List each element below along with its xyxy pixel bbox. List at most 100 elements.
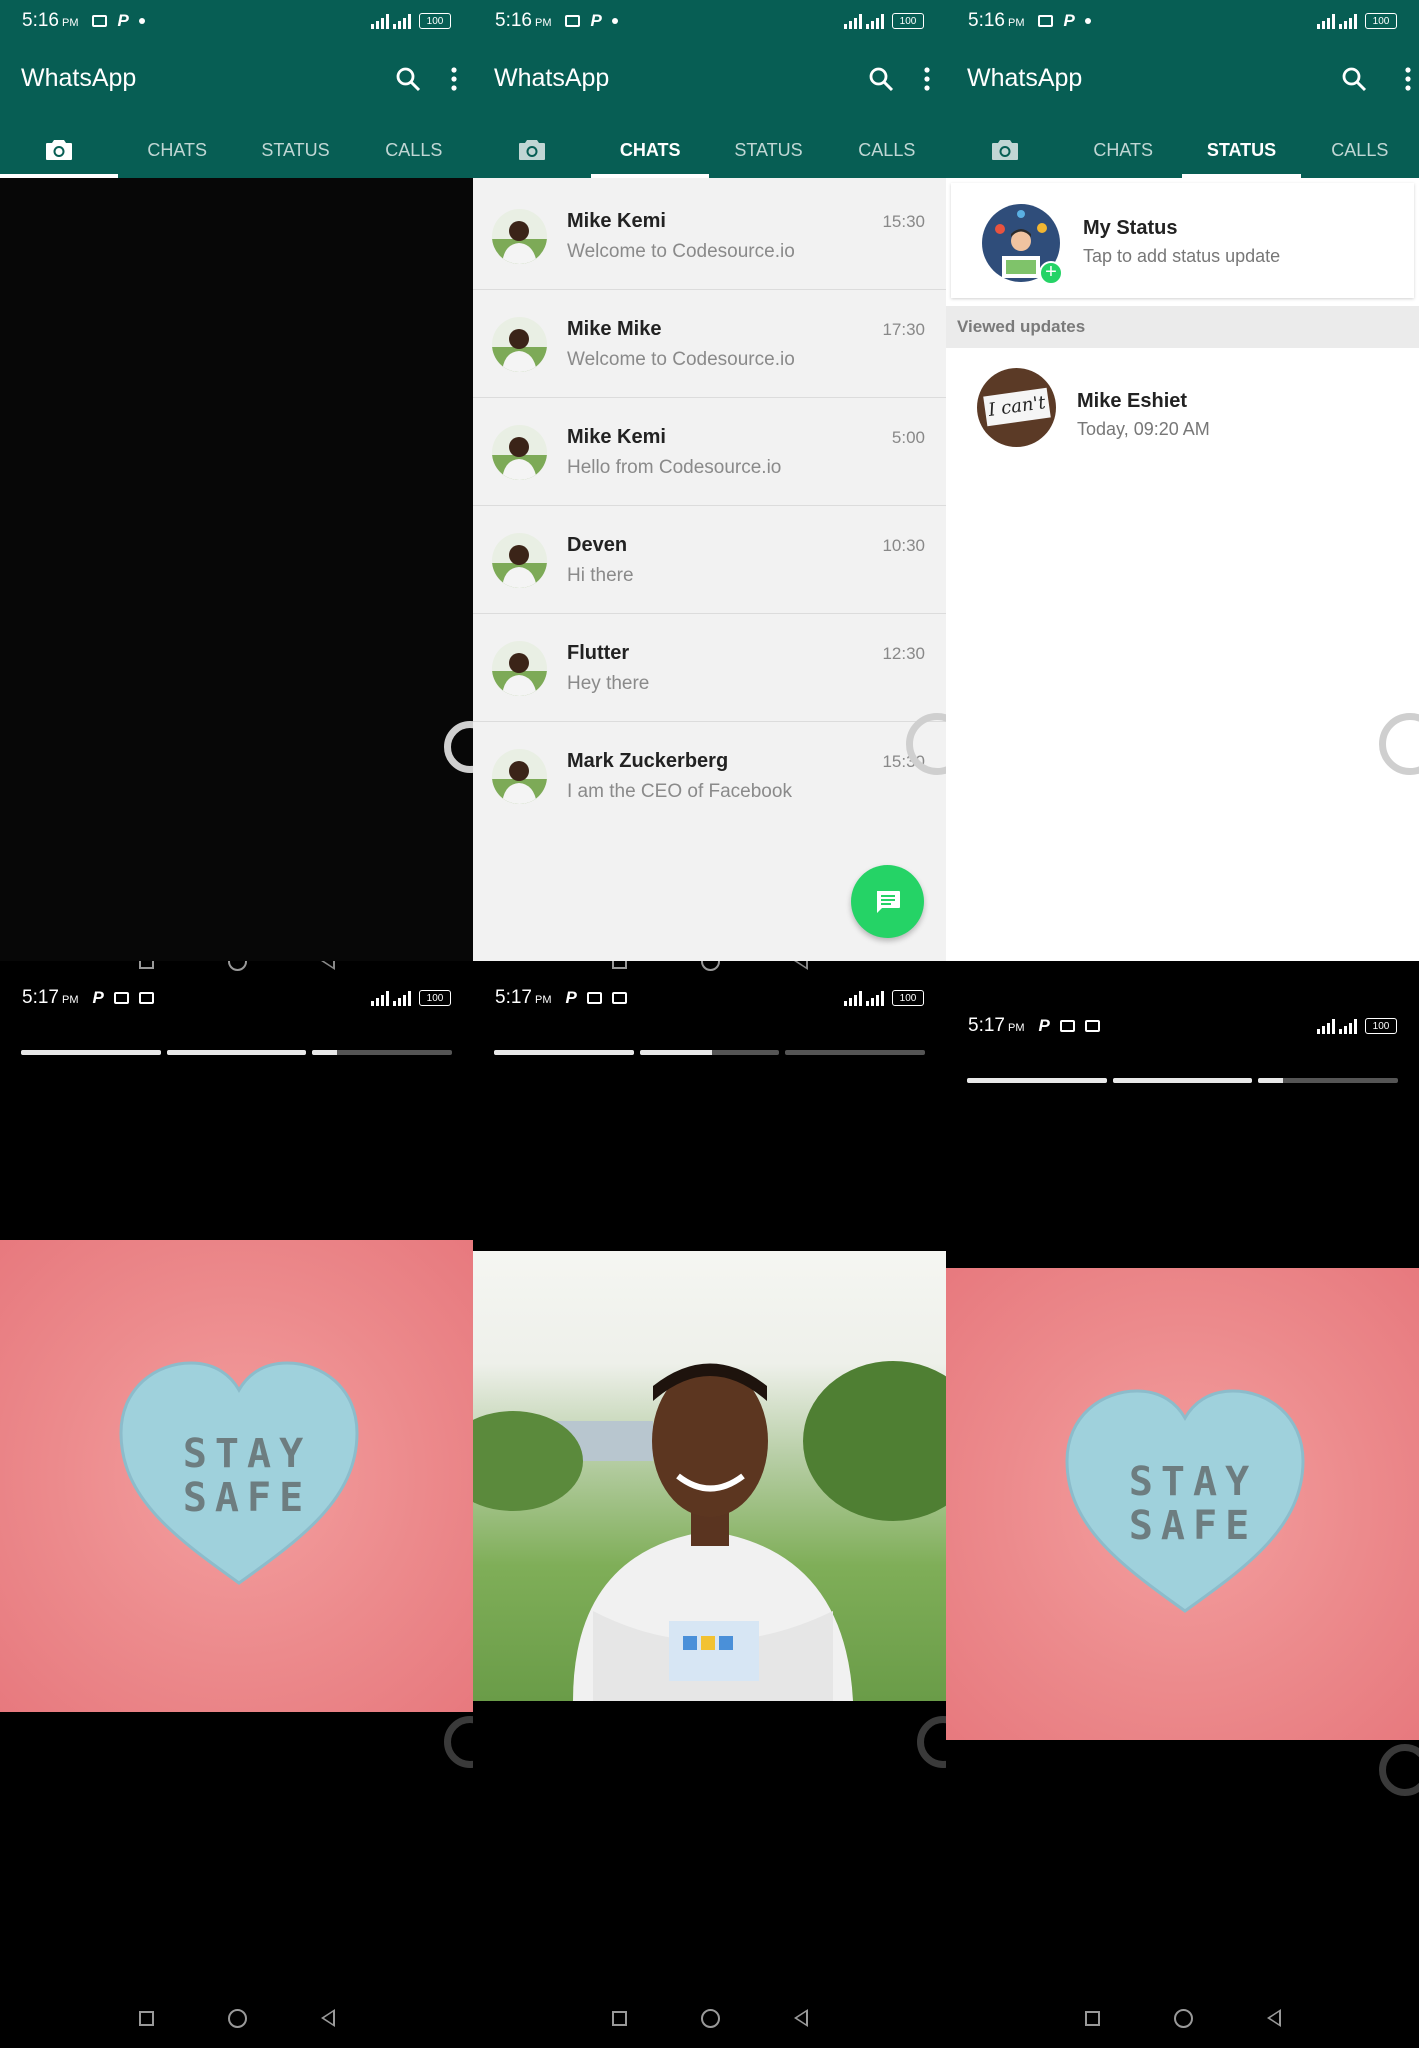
nav-bar: [946, 1988, 1419, 2048]
chat-list: Mike Kemi Welcome to Codesource.io 15:30…: [473, 178, 946, 961]
app-title: WhatsApp: [967, 64, 1083, 92]
floating-circle[interactable]: [917, 1716, 946, 1768]
chat-row[interactable]: Mark Zuckerberg I am the CEO of Facebook…: [473, 723, 946, 830]
back-icon[interactable]: [793, 961, 808, 970]
tab-status[interactable]: STATUS: [236, 122, 354, 178]
home-icon[interactable]: [700, 2008, 720, 2028]
nav-bar: [0, 1988, 473, 2048]
signal-icon-2: [393, 990, 411, 1006]
more-vert-icon[interactable]: [922, 66, 932, 92]
recents-icon[interactable]: [611, 961, 627, 969]
progress-segment: [1258, 1078, 1399, 1083]
progress-segment: [312, 1050, 453, 1055]
status-bar: 5:17 PM P 100: [473, 977, 946, 1019]
search-icon[interactable]: [1341, 66, 1367, 92]
status-update-row[interactable]: I can't Mike Eshiet Today, 09:20 AM: [946, 356, 1419, 456]
p-icon: P: [565, 988, 577, 1007]
recents-icon[interactable]: [1084, 2010, 1100, 2026]
home-icon[interactable]: [700, 961, 720, 971]
story-progress: [967, 1078, 1399, 1083]
p-icon: P: [590, 11, 602, 30]
status-thumbnail-text: I can't: [983, 387, 1051, 427]
chat-row[interactable]: Deven Hi there 10:30: [473, 507, 946, 614]
avatar: [492, 533, 547, 588]
p-icon: P: [1038, 1016, 1050, 1035]
back-icon[interactable]: [320, 961, 335, 970]
floating-circle[interactable]: [444, 1716, 473, 1768]
nav-bar-partial: [0, 961, 473, 975]
app-header: 5:16 PM P 100 WhatsApp CHATS STATUS CALLS: [0, 0, 473, 178]
signal-icon-2: [393, 13, 411, 29]
camera-screen: 5:16 PM P 100 WhatsApp CHATS STATUS CALLS: [0, 0, 473, 961]
chat-row[interactable]: Mike Kemi Welcome to Codesource.io 15:30: [473, 183, 946, 290]
app-header: 5:16 PM P 100 WhatsApp CHATS STATUS CALLS: [946, 0, 1419, 178]
home-icon[interactable]: [1173, 2008, 1193, 2028]
search-icon[interactable]: [868, 66, 894, 92]
activity-icon: [611, 992, 627, 1004]
tab-calls[interactable]: CALLS: [828, 122, 946, 178]
signal-icon-2: [866, 13, 884, 29]
avatar: [492, 749, 547, 804]
tab-chats[interactable]: CHATS: [118, 122, 236, 178]
status-bar: 5:16 PM P 100: [0, 0, 473, 42]
tab-chats[interactable]: CHATS: [1064, 122, 1182, 178]
tab-status[interactable]: STATUS: [709, 122, 827, 178]
story-image: [473, 1251, 946, 1701]
progress-fill: [21, 1050, 161, 1055]
floating-circle[interactable]: [1379, 1744, 1419, 1796]
home-icon[interactable]: [227, 961, 247, 971]
battery-icon: 100: [892, 13, 924, 29]
more-vert-icon[interactable]: [449, 66, 459, 92]
p-icon: P: [1063, 11, 1075, 30]
progress-fill: [639, 1050, 713, 1055]
chat-row[interactable]: Mike Mike Welcome to Codesource.io 17:30: [473, 291, 946, 398]
battery-icon: 100: [892, 990, 924, 1006]
tab-camera[interactable]: [473, 122, 591, 178]
activity-icon: [138, 992, 154, 1004]
back-icon[interactable]: [793, 2009, 808, 2027]
tab-camera[interactable]: [946, 122, 1064, 178]
status-screen: 5:16 PM P 100 WhatsApp CHATS STATUS CALLS…: [946, 0, 1419, 961]
app-icon: [1059, 1020, 1075, 1032]
new-chat-button[interactable]: [851, 865, 924, 938]
progress-segment: [1112, 1078, 1253, 1083]
signal-icon: [371, 990, 389, 1006]
story-viewer[interactable]: 5:17 PM P 100: [473, 961, 946, 2048]
recents-icon[interactable]: [611, 2010, 627, 2026]
status-time: 5:17: [495, 987, 532, 1008]
tab-bar: CHATS STATUS CALLS: [473, 122, 946, 178]
story-image: STAY SAFE: [946, 1268, 1419, 1740]
home-icon[interactable]: [227, 2008, 247, 2028]
search-icon[interactable]: [395, 66, 421, 92]
tab-chats[interactable]: CHATS: [591, 122, 710, 178]
tab-status[interactable]: STATUS: [1182, 122, 1301, 178]
status-time: 5:17: [968, 1015, 1005, 1036]
add-status-icon[interactable]: +: [1039, 261, 1063, 285]
tab-camera[interactable]: [0, 122, 118, 178]
status-list: + My Status Tap to add status update Vie…: [946, 178, 1419, 961]
story-viewer[interactable]: 5:17 PM P 100 STAY SAFE: [0, 961, 473, 2048]
story-viewer[interactable]: 5:17 PM P 100 STAY SAFE: [946, 961, 1419, 2048]
chat-row[interactable]: Flutter Hey there 12:30: [473, 615, 946, 722]
dot-icon: [1084, 18, 1091, 24]
my-status-title: My Status: [1083, 217, 1178, 239]
my-status-avatar: +: [982, 204, 1063, 285]
mail-icon: [565, 15, 581, 27]
progress-segment: [785, 1050, 926, 1055]
recents-icon[interactable]: [138, 2010, 154, 2026]
more-vert-icon[interactable]: [1403, 66, 1413, 92]
my-status-row[interactable]: + My Status Tap to add status update: [951, 183, 1414, 298]
app-icon: [113, 992, 129, 1004]
recents-icon[interactable]: [138, 961, 154, 969]
tab-calls[interactable]: CALLS: [1301, 122, 1419, 178]
tab-calls[interactable]: CALLS: [355, 122, 473, 178]
status-time: 5:16: [22, 10, 59, 31]
progress-fill: [312, 1050, 338, 1055]
camera-preview[interactable]: [0, 178, 473, 961]
chat-row[interactable]: Mike Kemi Hello from Codesource.io 5:00: [473, 399, 946, 506]
nav-bar-partial: [473, 961, 946, 975]
back-icon[interactable]: [1266, 2009, 1281, 2027]
camera-icon: [992, 140, 1018, 160]
back-icon[interactable]: [320, 2009, 335, 2027]
status-time: 5:17: [22, 987, 59, 1008]
